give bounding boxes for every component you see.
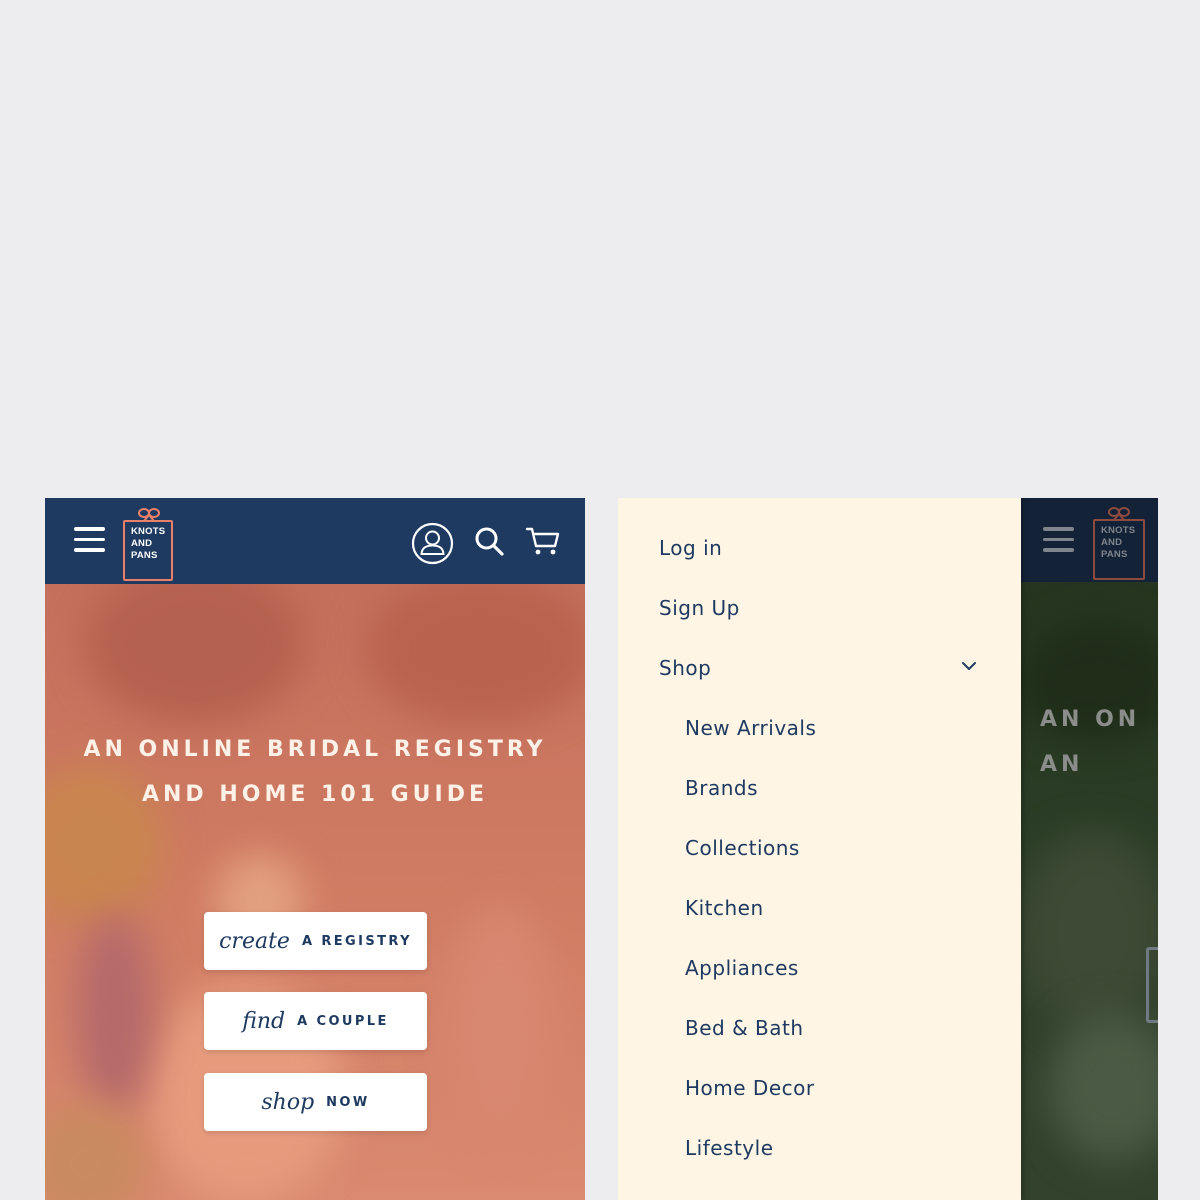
knots-and-pans-logo[interactable]: KNOTS AND PANS	[1093, 507, 1147, 580]
menu-open-screen: KNOTS AND PANS AN ON AN Log in Sign Up S…	[618, 498, 1158, 1200]
submenu-item-new-arrivals[interactable]: New Arrivals	[685, 716, 816, 740]
menu-item-shop[interactable]: Shop	[659, 656, 711, 680]
account-icon[interactable]	[411, 522, 454, 565]
find-couple-button[interactable]: find A COUPLE	[204, 992, 427, 1050]
submenu-item-kitchen[interactable]: Kitchen	[685, 896, 764, 920]
hero-headline: AN ONLINE BRIDAL REGISTRY AND HOME 101 G…	[83, 737, 547, 807]
hero-background-foliage	[85, 584, 305, 724]
shop-now-button[interactable]: shop NOW	[204, 1073, 427, 1131]
hamburger-menu-icon[interactable]	[1043, 527, 1074, 552]
submenu-item-collections[interactable]: Collections	[685, 836, 800, 860]
submenu-item-bed-bath[interactable]: Bed & Bath	[685, 1016, 804, 1040]
logo-text: KNOTS AND PANS	[131, 526, 166, 561]
submenu-item-lifestyle[interactable]: Lifestyle	[685, 1136, 774, 1160]
knots-and-pans-logo[interactable]: KNOTS AND PANS	[123, 508, 177, 581]
logo-text: KNOTS AND PANS	[1101, 525, 1136, 560]
submenu-item-brands[interactable]: Brands	[685, 776, 758, 800]
hamburger-menu-icon[interactable]	[74, 527, 105, 552]
hero-headline: AN ON AN	[1040, 707, 1141, 777]
cart-icon[interactable]	[526, 526, 560, 556]
menu-item-log-in[interactable]: Log in	[659, 536, 722, 560]
navigation-drawer: Log in Sign Up Shop New Arrivals Brands …	[618, 498, 1021, 1200]
chevron-down-icon[interactable]	[961, 661, 977, 671]
create-registry-button	[1146, 947, 1158, 1023]
search-icon[interactable]	[474, 526, 505, 557]
menu-item-sign-up[interactable]: Sign Up	[659, 596, 740, 620]
home-screen: KNOTS AND PANS AN ONLINE BRIDAL REGISTRY…	[45, 498, 585, 1200]
submenu-item-home-decor[interactable]: Home Decor	[685, 1076, 815, 1100]
hero-section: AN ONLINE BRIDAL REGISTRY AND HOME 101 G…	[45, 584, 585, 1200]
submenu-item-appliances[interactable]: Appliances	[685, 956, 799, 980]
site-header: KNOTS AND PANS	[45, 498, 585, 584]
create-registry-button[interactable]: create A REGISTRY	[204, 912, 427, 970]
